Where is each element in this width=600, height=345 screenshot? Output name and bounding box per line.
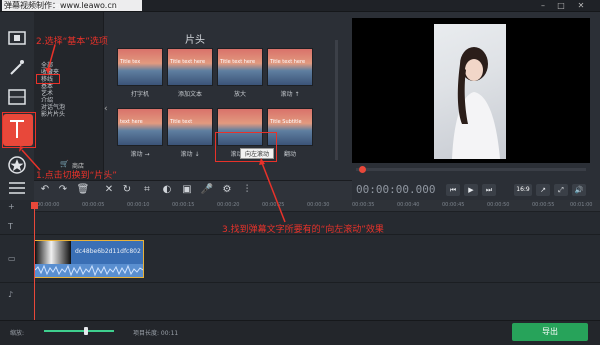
arrow-step-2 — [47, 44, 56, 71]
arrowhead-step-2 — [45, 68, 51, 74]
arrowhead-step-3 — [259, 158, 265, 165]
arrow-step-3 — [261, 162, 286, 223]
arrow-step-1 — [21, 149, 41, 171]
annotation-arrows — [19, 44, 286, 223]
